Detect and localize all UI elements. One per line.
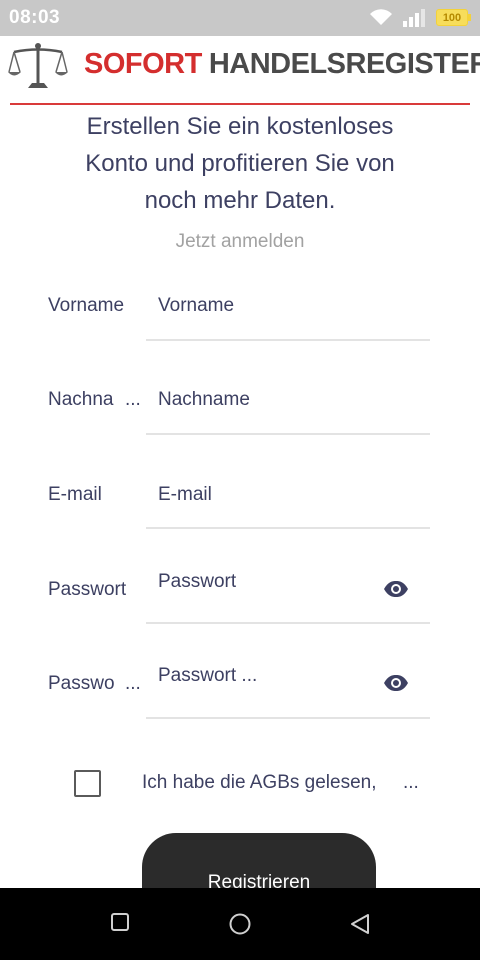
battery-level: 100	[442, 11, 462, 24]
email-input[interactable]: E-mail	[158, 484, 212, 506]
email-underline	[146, 527, 430, 529]
battery-icon: 100	[436, 9, 471, 26]
field-row-password: Passwort Passwort	[0, 564, 480, 644]
back-triangle-icon[interactable]	[349, 912, 371, 936]
field-row-vorname: Vorname Vorname	[0, 280, 480, 360]
header-divider	[10, 103, 470, 105]
eye-icon[interactable]	[383, 580, 409, 598]
field-label-ellipsis: ...	[125, 673, 141, 694]
field-label-password-repeat: Passwo	[48, 673, 115, 694]
status-time: 08:03	[9, 7, 61, 28]
status-bar: 08:03 100	[0, 0, 480, 36]
headline-line: Erstellen Sie ein kostenloses	[86, 113, 394, 140]
vorname-input[interactable]: Vorname	[158, 295, 234, 317]
field-label-nachname: Nachna	[48, 389, 114, 410]
logo-wordmark: SOFORT HANDELSREGISTER	[84, 48, 480, 81]
vorname-underline	[146, 339, 430, 341]
field-label-password: Passwort	[48, 579, 127, 600]
field-label-ellipsis: ...	[125, 389, 141, 410]
field-row-password-repeat: Passwo ... Passwort ...	[0, 658, 480, 738]
eye-icon[interactable]	[383, 674, 409, 692]
password-input[interactable]: Passwort	[158, 571, 236, 593]
scales-icon	[8, 43, 68, 88]
agb-label: Ich habe die AGBs gelesen,	[142, 772, 377, 793]
headline-line: Konto und profitieren Sie von	[85, 150, 395, 177]
field-row-email: E-mail E-mail	[0, 469, 480, 549]
headline-line: noch mehr Daten.	[144, 187, 336, 214]
system-nav-bar	[0, 888, 480, 960]
field-label-vorname: Vorname	[48, 295, 125, 316]
password-repeat-underline	[146, 717, 430, 719]
wifi-icon	[370, 9, 392, 25]
signup-headline: Erstellen Sie ein kostenloses Konto und …	[40, 108, 440, 219]
logo-word-handelsregister: HANDELSREGISTER	[208, 48, 480, 80]
agb-label-ellipsis: ...	[403, 772, 419, 793]
password-repeat-input[interactable]: Passwort ...	[158, 665, 257, 687]
agb-checkbox[interactable]	[74, 770, 101, 797]
app-header: SOFORT HANDELSREGISTER	[0, 36, 480, 106]
login-link[interactable]: Jetzt anmelden	[0, 231, 480, 253]
password-underline	[146, 622, 430, 624]
recents-square-icon[interactable]	[110, 912, 130, 932]
field-label-email: E-mail	[48, 484, 102, 505]
field-row-nachname: Nachna ... Nachname	[0, 374, 480, 454]
signal-icon	[403, 9, 425, 27]
logo-word-sofort: SOFORT	[84, 48, 202, 80]
nachname-underline	[146, 433, 430, 435]
home-circle-icon[interactable]	[228, 912, 252, 936]
nachname-input[interactable]: Nachname	[158, 389, 250, 411]
